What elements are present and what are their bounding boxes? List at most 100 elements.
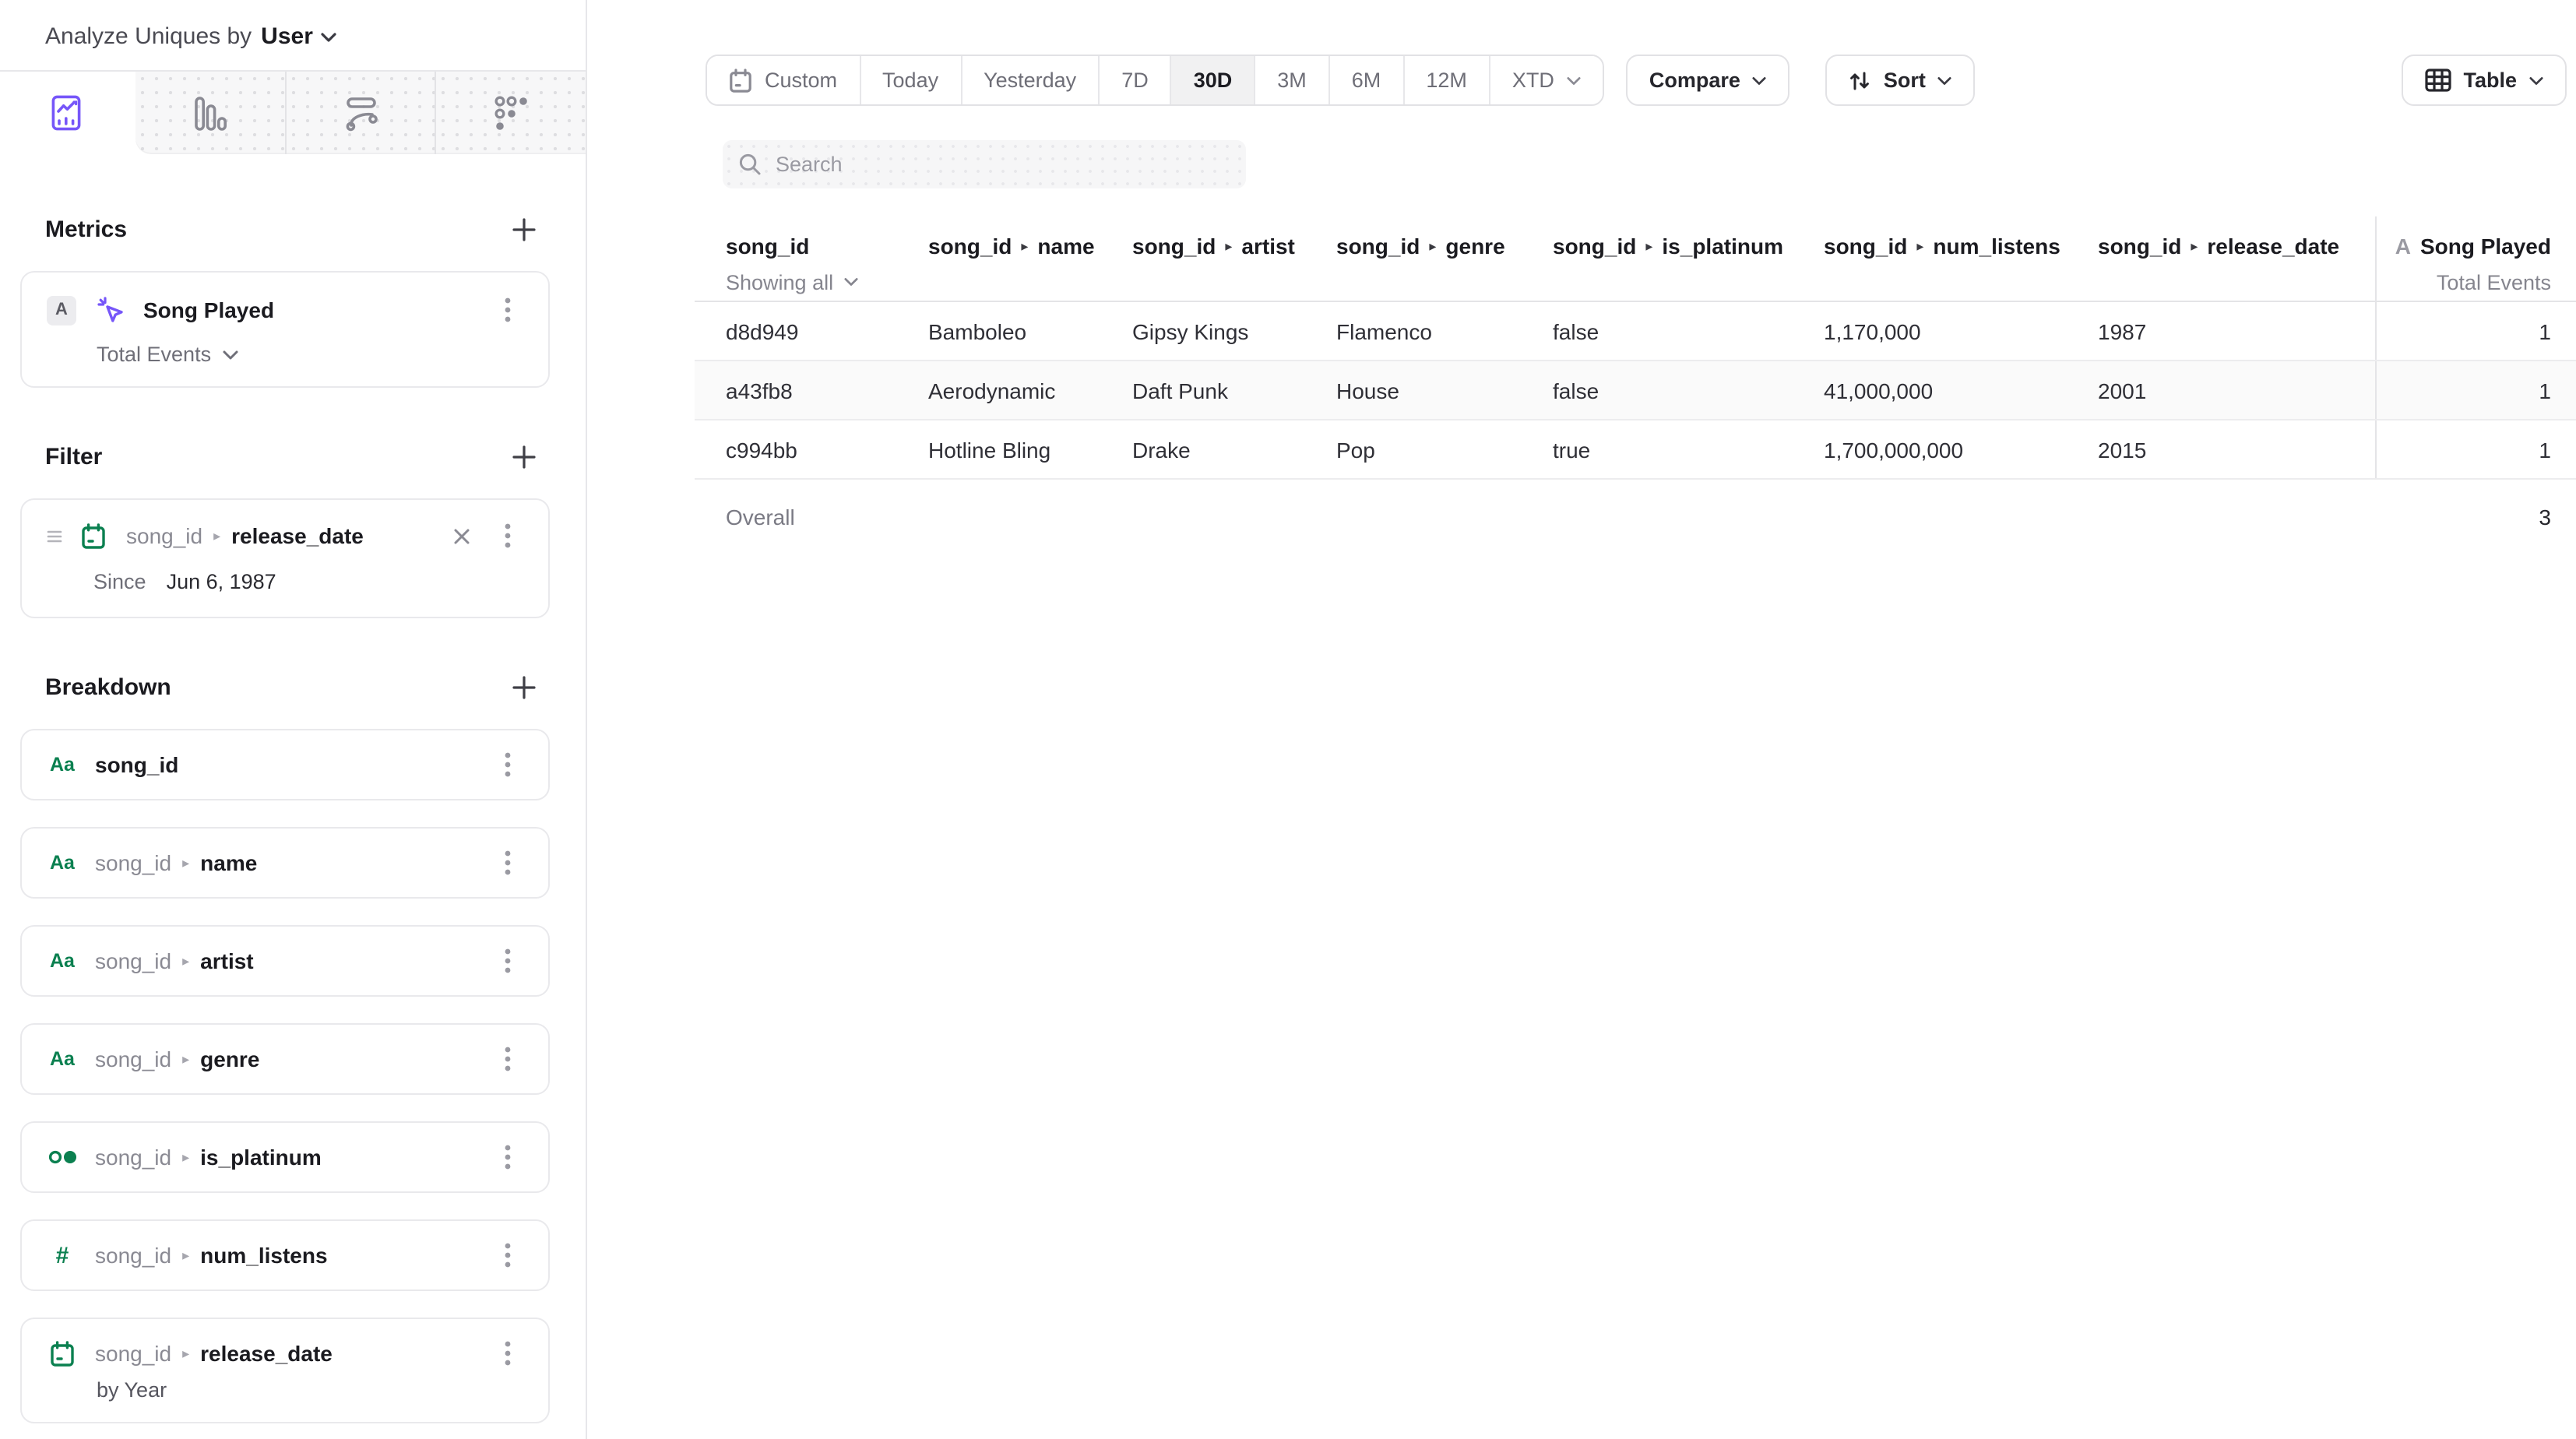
- overall-label: Overall: [695, 480, 928, 554]
- tab-flows[interactable]: [284, 72, 435, 154]
- date-range-30d[interactable]: 30D: [1170, 56, 1255, 104]
- calendar-icon: [47, 1340, 78, 1367]
- number-type-icon: #: [47, 1242, 78, 1268]
- column-prefix: song_id: [1336, 234, 1420, 259]
- property-prefix: song_id: [95, 1145, 171, 1170]
- column-label: num_listens: [1933, 234, 2060, 259]
- view-selector-button[interactable]: Table: [2401, 55, 2567, 106]
- date-range-today[interactable]: Today: [859, 56, 960, 104]
- breakdown-menu-button[interactable]: [492, 1142, 523, 1173]
- column-header-release-date[interactable]: song_id▸release_date: [2098, 216, 2375, 301]
- entity-selector[interactable]: User: [261, 23, 336, 50]
- showing-all-label: Showing all: [726, 270, 833, 294]
- filter-section-header: Filter: [45, 441, 539, 472]
- breakdown-card[interactable]: Aa song_id ▸ genre: [20, 1023, 550, 1095]
- date-range-xtd[interactable]: XTD: [1489, 56, 1603, 104]
- cell-metric-value: 1: [2375, 361, 2576, 419]
- date-range-label: 30D: [1194, 69, 1233, 92]
- metric-menu-button[interactable]: [492, 294, 523, 325]
- column-header-artist[interactable]: song_id▸artist: [1132, 216, 1336, 301]
- path-caret-icon: ▸: [1021, 237, 1028, 255]
- column-header-is-platinum[interactable]: song_id▸is_platinum: [1553, 216, 1824, 301]
- breakdown-menu-button[interactable]: [492, 1043, 523, 1075]
- filter-card[interactable]: song_id ▸ release_date Since Jun 6,: [20, 498, 550, 618]
- search-input[interactable]: [776, 153, 1230, 176]
- boolean-type-icon: [47, 1149, 78, 1165]
- breakdown-card[interactable]: Aa song_id: [20, 729, 550, 800]
- breakdown-card[interactable]: # song_id ▸ num_listens: [20, 1219, 550, 1291]
- path-caret-icon: ▸: [1225, 237, 1232, 255]
- column-header-genre[interactable]: song_id▸genre: [1336, 216, 1553, 301]
- column-header-metric[interactable]: A Song Played Total Events: [2375, 216, 2576, 301]
- tab-insights[interactable]: [0, 72, 135, 154]
- compare-button[interactable]: Compare: [1626, 55, 1790, 106]
- calendar-icon: [78, 522, 109, 549]
- metric-letter: A: [2395, 234, 2411, 259]
- retention-dots-icon: [494, 94, 528, 132]
- drag-handle-icon[interactable]: [47, 529, 62, 543]
- column-label: name: [1037, 234, 1094, 259]
- breakdown-card[interactable]: song_id ▸ is_platinum: [20, 1121, 550, 1193]
- tab-bar-chart[interactable]: [135, 72, 284, 154]
- cell-metric-value: 1: [2375, 302, 2576, 360]
- plus-icon: [510, 674, 537, 700]
- breakdown-menu-button[interactable]: [492, 1338, 523, 1369]
- breakdown-card[interactable]: song_id ▸ release_date by Year: [20, 1318, 550, 1423]
- property-prefix: song_id: [95, 1047, 171, 1071]
- date-range-7d[interactable]: 7D: [1098, 56, 1170, 104]
- column-header-name[interactable]: song_id▸name: [928, 216, 1132, 301]
- date-range-6m[interactable]: 6M: [1328, 56, 1403, 104]
- property-leaf: genre: [200, 1047, 259, 1071]
- path-caret-icon: ▸: [182, 854, 189, 871]
- path-caret-icon: ▸: [213, 527, 220, 544]
- kebab-icon: [505, 1047, 511, 1071]
- app-window: Analyze Uniques by User: [0, 0, 2576, 1439]
- tab-retention[interactable]: [435, 72, 586, 154]
- path-caret-icon: ▸: [1916, 237, 1923, 255]
- breakdown-modifier[interactable]: by Year: [97, 1378, 548, 1422]
- filter-menu-button[interactable]: [492, 520, 523, 551]
- breakdown-menu-button[interactable]: [492, 847, 523, 878]
- column-header-num-listens[interactable]: song_id ▸ num_listens: [1824, 216, 2098, 301]
- remove-filter-button[interactable]: [445, 520, 477, 551]
- date-range-label: XTD: [1512, 69, 1554, 92]
- metric-label: Song Played: [2420, 234, 2551, 259]
- column-header-song-id[interactable]: song_id Showing all: [695, 216, 928, 301]
- showing-all-selector[interactable]: Showing all: [726, 270, 858, 294]
- metric-letter-badge: A: [47, 295, 76, 325]
- column-label: is_platinum: [1662, 234, 1783, 259]
- metric-card[interactable]: A Song Played Total Events: [20, 271, 550, 388]
- date-range-label: Custom: [765, 69, 837, 92]
- view-label: Table: [2463, 69, 2517, 92]
- date-range-3m[interactable]: 3M: [1254, 56, 1328, 104]
- table-row: c994bb Hotline Bling Drake Pop true 1,70…: [695, 420, 2576, 480]
- date-range-custom[interactable]: Custom: [707, 56, 859, 104]
- filter-condition[interactable]: Since Jun 6, 1987: [93, 570, 523, 593]
- sort-button[interactable]: Sort: [1826, 55, 1976, 106]
- cell-song-id: a43fb8: [695, 361, 928, 419]
- kebab-icon: [505, 297, 511, 322]
- bar-chart-icon: [193, 94, 227, 132]
- cell-num-listens: 41,000,000: [1824, 361, 2098, 419]
- breakdown-menu-button[interactable]: [492, 945, 523, 976]
- kebab-icon: [505, 1243, 511, 1268]
- date-range-yesterday[interactable]: Yesterday: [960, 56, 1098, 104]
- breakdown-menu-button[interactable]: [492, 749, 523, 780]
- chevron-down-icon: [222, 350, 238, 359]
- kebab-icon: [505, 1341, 511, 1366]
- query-builder-sidebar: Analyze Uniques by User: [0, 0, 587, 1439]
- add-metric-button[interactable]: [508, 213, 539, 245]
- text-type-icon: Aa: [47, 852, 78, 874]
- add-filter-button[interactable]: [508, 441, 539, 472]
- breakdown-card[interactable]: Aa song_id ▸ name: [20, 827, 550, 899]
- add-breakdown-button[interactable]: [508, 671, 539, 702]
- column-prefix: song_id: [1553, 234, 1636, 259]
- breakdown-menu-button[interactable]: [492, 1240, 523, 1271]
- breakdown-card[interactable]: Aa song_id ▸ artist: [20, 925, 550, 997]
- table-row: a43fb8 Aerodynamic Daft Punk House false…: [695, 361, 2576, 420]
- metric-name: Song Played: [143, 297, 274, 322]
- chevron-down-icon: [844, 277, 858, 287]
- column-prefix: song_id: [1824, 234, 1907, 259]
- date-range-12m[interactable]: 12M: [1402, 56, 1489, 104]
- aggregation-selector[interactable]: Total Events: [97, 343, 523, 366]
